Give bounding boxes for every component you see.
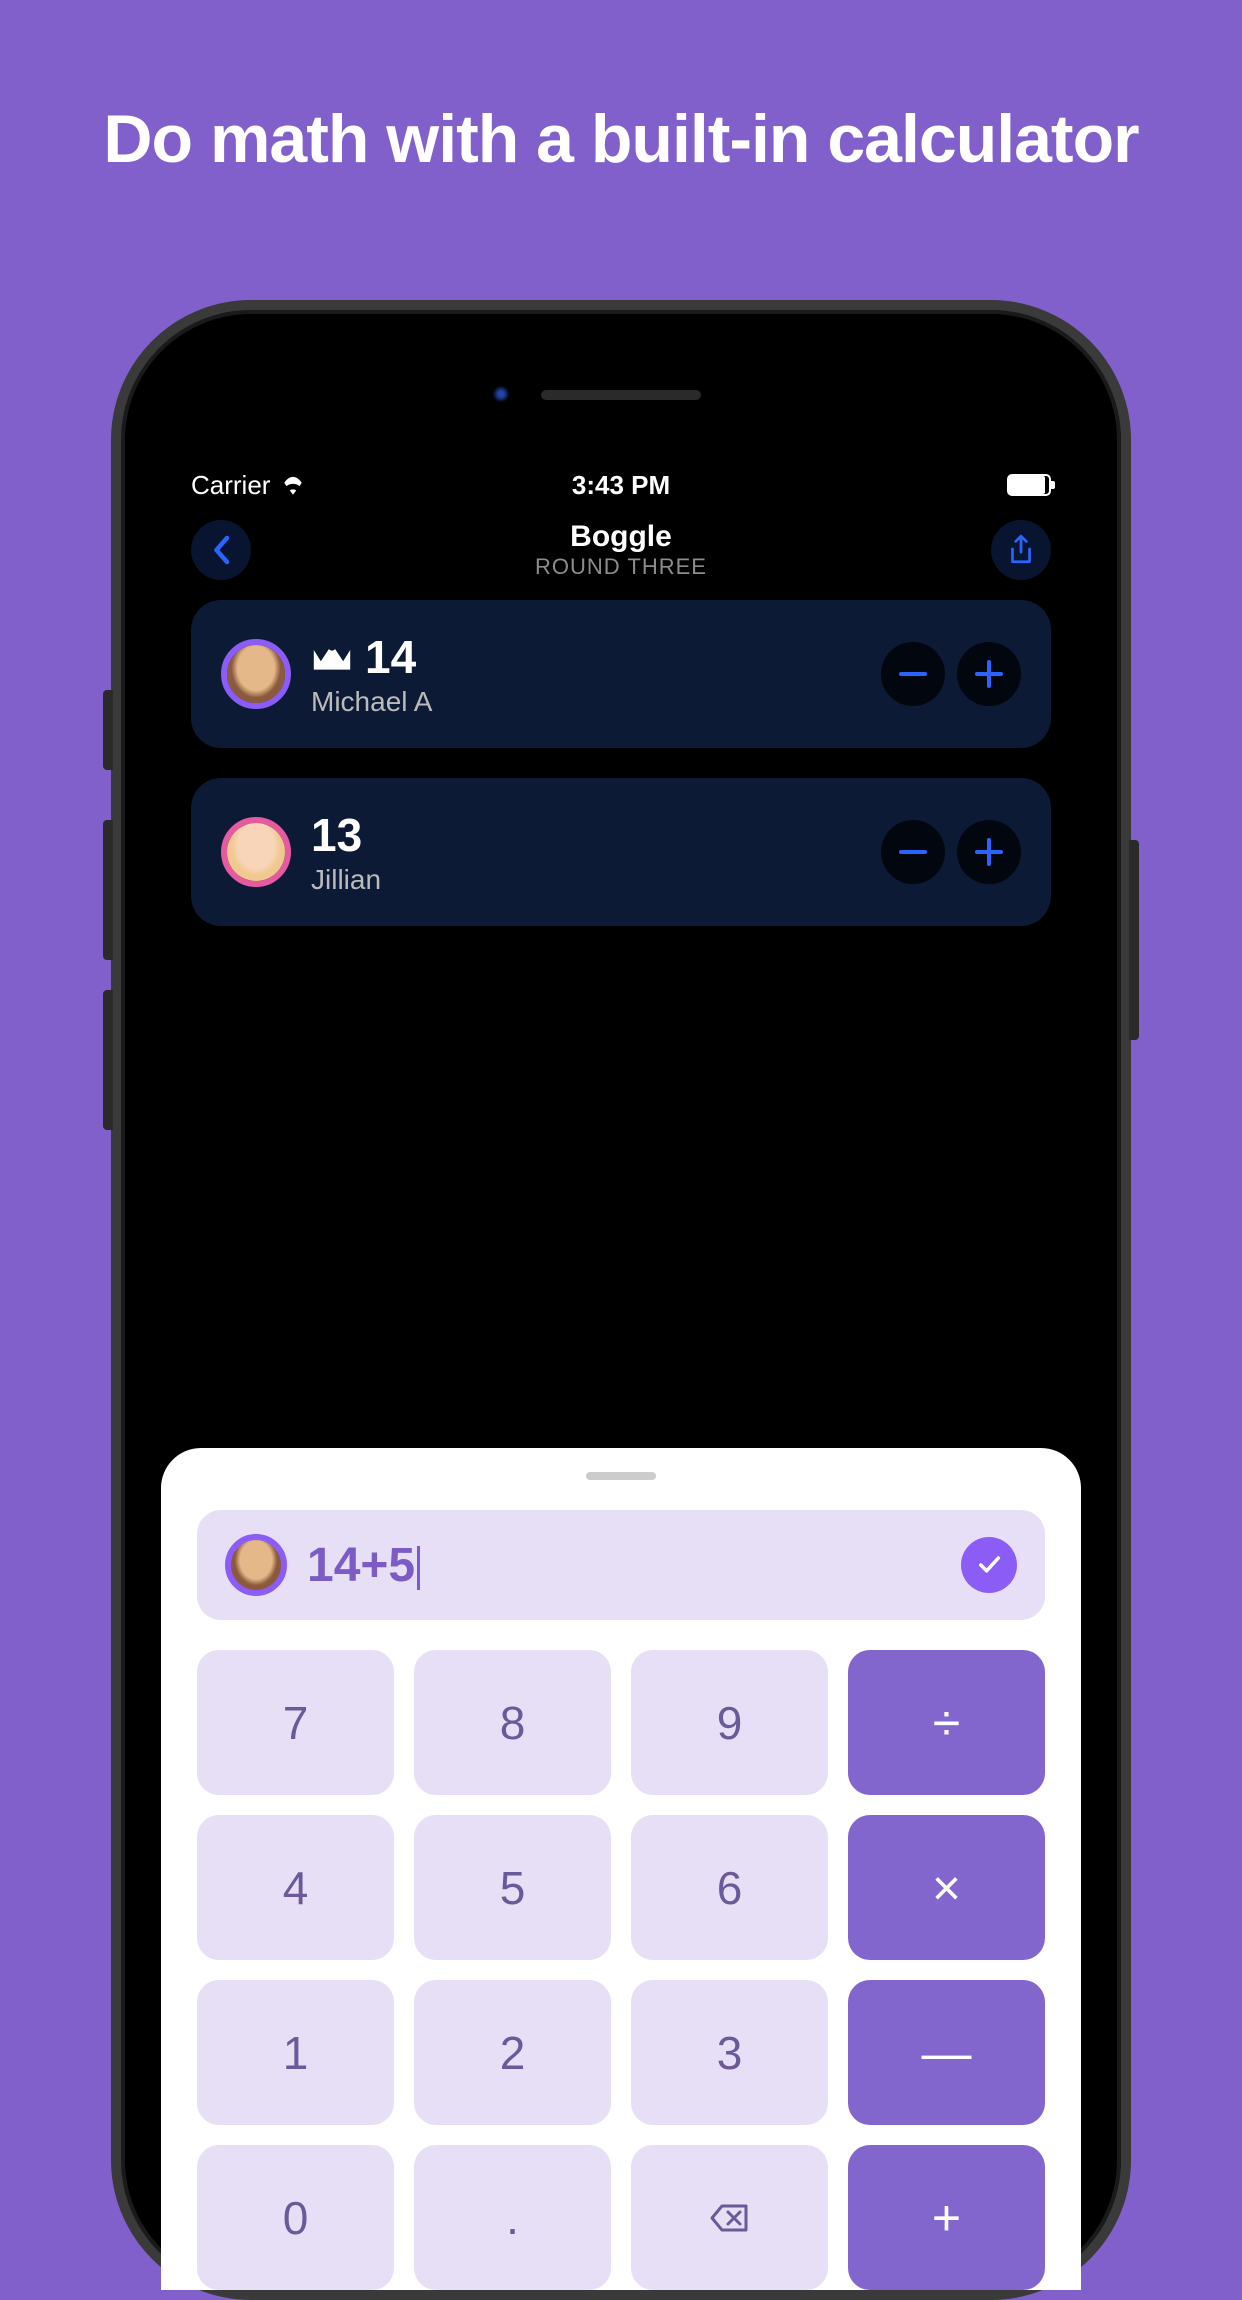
key-3[interactable]: 3 [631,1980,828,2125]
mute-switch [103,690,113,770]
share-button[interactable] [991,520,1051,580]
keypad: 789÷ 456× 123— 0. + [197,1650,1045,2290]
key-+[interactable]: + [848,2145,1045,2290]
promo-headline: Do math with a built-in calculator [0,0,1242,178]
player-score: 14 [365,630,416,684]
calculator-sheet: 14+5 789÷ 456× 123— 0. + [161,1448,1081,2290]
wifi-icon [280,475,306,495]
status-bar: Carrier 3:43 PM [161,460,1081,510]
battery-icon [1007,474,1051,496]
crown-icon [311,641,353,673]
key-backspace[interactable] [631,2145,828,2290]
text-cursor [417,1546,420,1590]
player-card: 14 Michael A [191,600,1051,748]
key-4[interactable]: 4 [197,1815,394,1960]
decrement-button[interactable] [881,642,945,706]
key-×[interactable]: × [848,1815,1045,1960]
key-2[interactable]: 2 [414,1980,611,2125]
nav-bar: Boggle ROUND THREE [161,510,1081,600]
volume-up [103,820,113,960]
status-time: 3:43 PM [572,470,670,501]
power-button [1129,840,1139,1040]
back-button[interactable] [191,520,251,580]
avatar [221,817,291,887]
calc-display: 14+5 [197,1510,1045,1620]
key-—[interactable]: — [848,1980,1045,2125]
increment-button[interactable] [957,820,1021,884]
confirm-button[interactable] [961,1537,1017,1593]
player-card: 13 Jillian [191,778,1051,926]
key-.[interactable]: . [414,2145,611,2290]
sheet-handle[interactable] [586,1472,656,1480]
calc-expression[interactable]: 14+5 [307,1538,941,1593]
player-name: Michael A [311,686,861,718]
phone-frame: Carrier 3:43 PM Boggle ROUND THREE [111,300,1131,2300]
key-6[interactable]: 6 [631,1815,828,1960]
avatar [225,1534,287,1596]
key-0[interactable]: 0 [197,2145,394,2290]
page-title: Boggle [535,520,707,554]
player-score: 13 [311,808,362,862]
key-9[interactable]: 9 [631,1650,828,1795]
key-8[interactable]: 8 [414,1650,611,1795]
increment-button[interactable] [957,642,1021,706]
avatar [221,639,291,709]
volume-down [103,990,113,1130]
screen: Carrier 3:43 PM Boggle ROUND THREE [161,460,1081,2290]
key-5[interactable]: 5 [414,1815,611,1960]
page-subtitle: ROUND THREE [535,554,707,580]
player-name: Jillian [311,864,861,896]
decrement-button[interactable] [881,820,945,884]
carrier-label: Carrier [191,470,270,501]
key-7[interactable]: 7 [197,1650,394,1795]
key-÷[interactable]: ÷ [848,1650,1045,1795]
key-1[interactable]: 1 [197,1980,394,2125]
